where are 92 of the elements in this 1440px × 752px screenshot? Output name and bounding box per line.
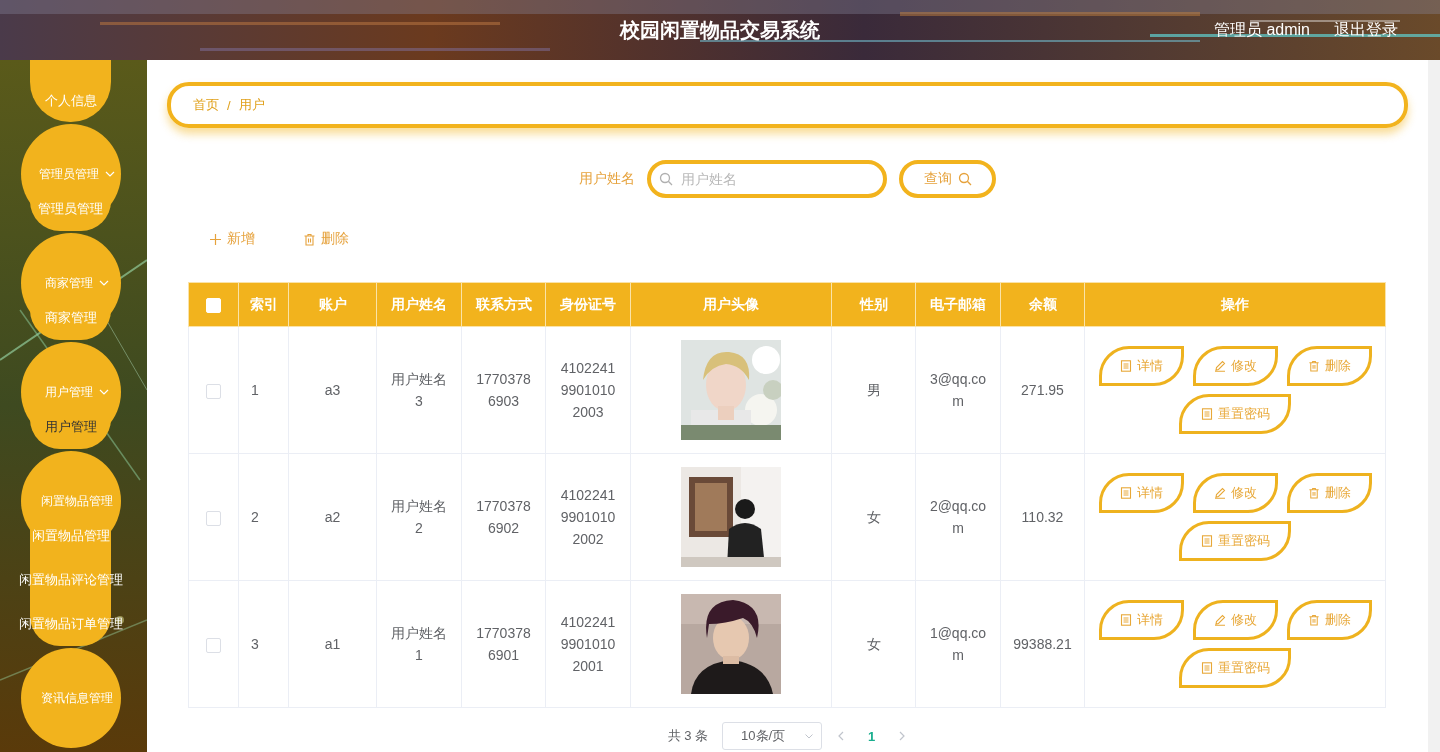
column-header: 身份证号 [560,295,616,312]
table-cell: 女 [866,509,881,525]
table-cell: 99388.21 [1013,636,1072,652]
row-checkbox[interactable] [206,383,221,399]
column-header: 电子邮箱 [930,295,986,312]
menu-group[interactable]: 管理员管理 [39,165,115,183]
chevron-icon [105,171,115,177]
plus-icon [209,232,222,246]
page-button[interactable]: 1 [860,728,884,744]
table-cell: a3 [324,382,341,398]
document-icon [1119,614,1132,626]
reset-password-button[interactable]: 重置密码 [1179,521,1291,561]
document-icon [1119,360,1132,372]
table-cell: 3 [251,636,259,652]
table-cell: a2 [324,509,341,525]
row-checkbox[interactable] [206,510,221,526]
table-cell: 410224199010102003 [560,360,616,420]
table-cell: 1@qq.com [929,625,987,663]
trash-icon [1307,360,1320,372]
breadcrumb-link[interactable]: 首页 [193,96,219,114]
search-icon [957,172,972,186]
detail-button[interactable]: 详情 [1098,473,1184,513]
table-cell: 用户姓名1 [391,625,447,663]
total-count: 共 3 条 [667,727,709,745]
menu-group[interactable]: 用户管理 [45,383,109,401]
table-cell: 3@qq.com [929,371,987,409]
column-header: 用户姓名 [391,295,447,312]
table-cell: 女 [866,636,881,652]
edit-button[interactable]: 修改 [1192,473,1278,513]
table-cell: 男 [866,382,881,398]
submenu-item[interactable]: 闲置物品订单管理 [18,615,123,633]
row-checkbox[interactable] [206,637,221,653]
table-cell: 271.95 [1021,382,1064,398]
table-cell: 17703786902 [476,498,531,536]
column-header: 索引 [249,295,278,312]
document-icon [1200,662,1213,674]
table-cell: 17703786901 [476,625,531,663]
search-icon [659,172,673,186]
table-cell: 1 [251,382,259,398]
edit-button[interactable]: 修改 [1192,600,1278,640]
page-size-select[interactable]: 10条/页 [722,722,823,750]
menu-group[interactable]: 资讯信息管理 [41,689,113,707]
breadcrumb-separator: / [227,97,231,113]
pencil-icon [1213,487,1226,499]
reset-password-button[interactable]: 重置密码 [1179,394,1291,434]
detail-button[interactable]: 详情 [1098,600,1184,640]
edit-button[interactable]: 修改 [1192,346,1278,386]
document-icon [1119,487,1132,499]
delete-button[interactable]: 删除 [1286,346,1372,386]
delete-button[interactable]: 删除 [1286,473,1372,513]
menu-group[interactable]: 闲置物品管理 [41,492,113,510]
document-icon [1200,408,1213,420]
table-cell: 410224199010102001 [560,614,616,674]
submenu-item[interactable]: 用户管理 [44,418,97,436]
column-header: 联系方式 [475,295,532,312]
breadcrumb-link[interactable]: 用户 [238,96,265,114]
submenu-item[interactable]: 商家管理 [44,309,97,327]
table-cell: 2 [251,509,259,525]
menu-group[interactable]: 商家管理 [45,274,109,292]
detail-button[interactable]: 详情 [1098,346,1184,386]
submenu-item[interactable]: 管理员管理 [38,200,103,218]
document-icon [1200,535,1213,547]
chevron-icon [99,389,109,395]
table-cell: 110.32 [1021,509,1064,525]
trash-icon [303,232,316,246]
column-header: 用户头像 [703,295,759,312]
table-cell: 2@qq.com [929,498,987,536]
delete-button[interactable]: 删除 [299,226,353,252]
reset-password-button[interactable]: 重置密码 [1179,648,1291,688]
pencil-icon [1213,614,1226,626]
search-field[interactable]: 用户姓名 [647,160,887,198]
trash-icon [1307,614,1320,626]
search-label: 用户姓名 [579,170,635,188]
select-all-checkbox[interactable] [206,297,221,313]
column-header: 操作 [1221,295,1249,312]
search-button[interactable]: 查询 [899,160,996,198]
table-cell: 410224199010102002 [560,487,616,547]
pencil-icon [1213,360,1226,372]
column-header: 账户 [318,295,347,312]
delete-button[interactable]: 删除 [1286,600,1372,640]
table-cell: 用户姓名2 [391,498,447,536]
table-cell: 17703786903 [476,371,531,409]
trash-icon [1307,487,1320,499]
add-button[interactable]: 新增 [205,226,259,252]
table-cell: a1 [324,636,341,652]
scrollbar[interactable] [1428,60,1440,752]
column-header: 性别 [859,295,888,312]
submenu-item[interactable]: 闲置物品管理 [31,527,110,545]
caret-icon [805,733,814,739]
table-cell: 用户姓名3 [391,371,447,409]
chevron-icon [99,280,109,286]
column-header: 余额 [1028,295,1057,312]
